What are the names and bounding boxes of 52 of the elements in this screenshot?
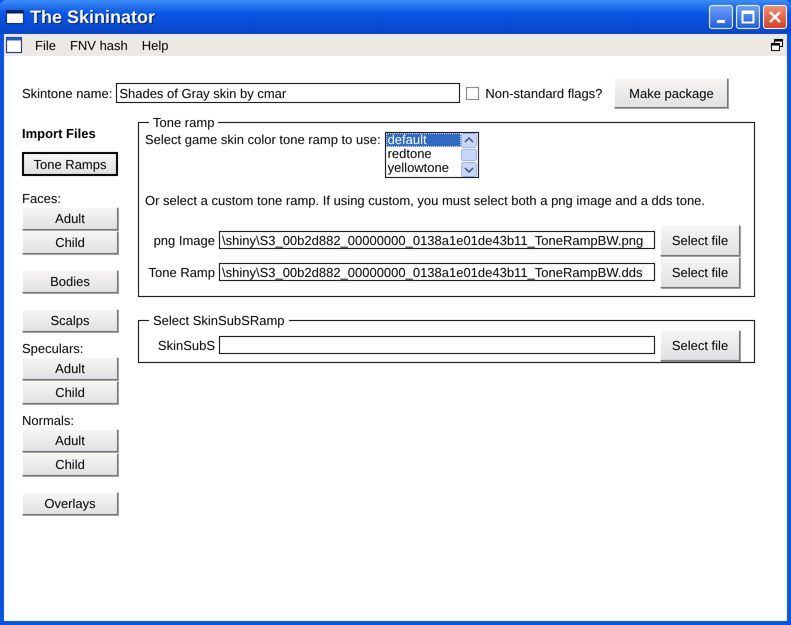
select-file-button[interactable]: Select file — [660, 330, 740, 360]
import-files-heading: Import Files — [22, 126, 97, 142]
skintone-label: Skintone name: — [22, 86, 112, 100]
window-icon[interactable] — [6, 37, 22, 53]
close-icon — [768, 10, 782, 24]
skintone-name-field[interactable]: Shades of Gray skin by cmar — [116, 83, 460, 103]
maximize-icon — [741, 10, 755, 24]
menu-item[interactable]: Help — [134, 38, 176, 52]
file-path-field[interactable]: \shiny\S3_00b2d882_00000000_0138a1e01de43b11_ToneRampBW.png — [219, 231, 655, 249]
file-label: SkinSubS — [156, 338, 215, 352]
import-button[interactable]: Overlays — [22, 492, 118, 515]
list-option[interactable]: yellowtone — [386, 161, 461, 175]
list-option[interactable]: redtone — [386, 147, 461, 161]
make-package-button[interactable]: Make package — [614, 78, 728, 108]
list-option[interactable]: default — [386, 133, 461, 147]
import-button[interactable]: Child — [22, 231, 118, 254]
tone-ramp-list[interactable]: default redtone yellowtone — [384, 132, 479, 178]
app-icon — [6, 10, 24, 24]
select-file-button[interactable]: Select file — [660, 224, 740, 256]
scroll-up-icon[interactable] — [461, 133, 478, 148]
checkbox[interactable] — [466, 86, 480, 100]
import-button[interactable]: Adult — [22, 429, 118, 452]
menu-item[interactable]: File — [28, 38, 63, 52]
import-button[interactable]: Adult — [22, 357, 118, 380]
import-button[interactable]: Tone Ramps — [22, 152, 118, 176]
minimize-button[interactable] — [709, 5, 733, 29]
import-button[interactable]: Child — [22, 453, 118, 476]
minimize-icon — [717, 20, 725, 22]
group-title: Tone ramp — [152, 115, 216, 130]
maximize-button[interactable] — [736, 5, 760, 29]
close-button[interactable] — [763, 5, 787, 29]
custom-ramp-note: Or select a custom tone ramp. If using custom, you must select both a png image and a dds tone. — [145, 193, 706, 208]
group-title: Select SkinSubSRamp — [152, 313, 286, 328]
import-button[interactable]: Scalps — [22, 309, 118, 332]
scroll-down-icon[interactable] — [461, 162, 478, 177]
file-label: Tone Ramp — [148, 264, 215, 280]
window-title: The Skininator — [30, 6, 156, 28]
select-label: Select game skin color tone ramp to use: — [145, 132, 381, 147]
restore-icon[interactable] — [771, 39, 783, 51]
import-button[interactable]: Child — [22, 381, 118, 404]
group-label: Speculars: — [22, 341, 84, 357]
file-path-field[interactable]: \shiny\S3_00b2d882_00000000_0138a1e01de43b11_ToneRampBW.dds — [219, 263, 655, 281]
menu-item[interactable]: FNV hash — [62, 38, 135, 52]
checkbox-label[interactable]: Non-standard flags? — [485, 86, 602, 100]
group-label: Normals: — [22, 413, 76, 429]
group-label: Faces: — [22, 191, 62, 207]
select-file-button[interactable]: Select file — [660, 256, 740, 288]
import-button[interactable]: Adult — [22, 207, 118, 230]
file-label: png Image — [152, 232, 215, 248]
file-path-field[interactable] — [219, 336, 655, 354]
scrollbar-thumb[interactable] — [461, 149, 478, 161]
import-button[interactable]: Bodies — [22, 270, 118, 293]
